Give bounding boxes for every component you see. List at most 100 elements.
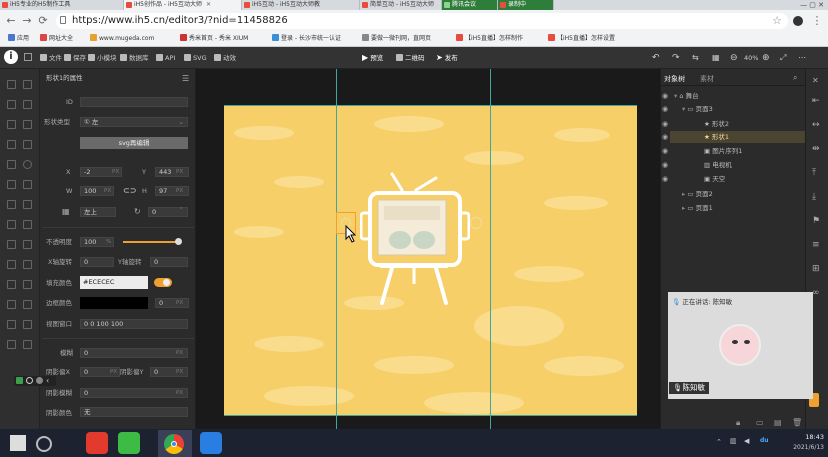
volume-icon[interactable]: ◀︎: [744, 437, 749, 445]
video-tool-icon[interactable]: [7, 120, 16, 129]
tray-up-icon[interactable]: ⌃: [716, 438, 722, 446]
menu-svg[interactable]: SVG: [184, 52, 207, 64]
effect-tool-icon[interactable]: [23, 320, 32, 329]
link-icon[interactable]: ⊂⊃: [123, 186, 136, 195]
border-width-field[interactable]: 0: [155, 298, 189, 308]
distribute-icon[interactable]: ⇹: [812, 144, 820, 154]
star-tool-icon[interactable]: [23, 180, 32, 189]
shadow-blur-field[interactable]: 0: [80, 388, 188, 398]
network-icon[interactable]: ▥: [730, 437, 737, 445]
clock-date[interactable]: 2021/6/13: [780, 443, 824, 453]
visibility-eye-icon[interactable]: ◉: [662, 159, 668, 171]
border-color-swatch[interactable]: [80, 297, 148, 309]
link-tool-icon[interactable]: [23, 140, 32, 149]
line-tool-icon[interactable]: [7, 240, 16, 249]
group-icon[interactable]: ⊞: [812, 264, 820, 274]
plugin-tool-icon[interactable]: [7, 320, 16, 329]
bookmark-item[interactable]: 要做一微刊网，直网页: [362, 34, 431, 44]
visibility-eye-icon[interactable]: ◉: [662, 145, 668, 157]
zoom-in-icon[interactable]: ⊕: [762, 52, 770, 64]
align-icon[interactable]: ⇆: [692, 52, 699, 64]
zoom-out-icon[interactable]: ⊖: [730, 52, 738, 64]
shape-arrow-right-icon[interactable]: [470, 217, 482, 229]
start-icon[interactable]: [10, 435, 26, 451]
menu-icon[interactable]: ⋮: [810, 13, 824, 29]
url-input[interactable]: https://www.ih5.cn/editor3/?nid=11458826: [56, 13, 788, 29]
brush-tool-icon[interactable]: [23, 240, 32, 249]
x-rotation-field[interactable]: 0: [80, 257, 114, 267]
y-rotation-field[interactable]: 0: [150, 257, 188, 267]
mic-icon[interactable]: [26, 377, 33, 384]
polygon-tool-icon[interactable]: [7, 180, 16, 189]
tree-item-tv[interactable]: ▥ 电视机: [704, 159, 732, 171]
tab-object-tree[interactable]: 对象树: [664, 74, 685, 84]
delete-icon[interactable]: 🗑︎: [792, 418, 802, 427]
opacity-slider[interactable]: [123, 241, 179, 243]
align-top-icon[interactable]: ⤒: [812, 168, 816, 178]
container-tool-icon[interactable]: [7, 200, 16, 209]
bookmark-item[interactable]: 登录 - 长沙市统一认证: [272, 34, 341, 44]
h-field[interactable]: 97: [155, 186, 189, 196]
grid-icon[interactable]: ▦: [712, 52, 720, 64]
folder-icon[interactable]: ▤: [774, 418, 782, 427]
viewbox-field[interactable]: 0 0 100 100: [80, 319, 188, 329]
menu-database[interactable]: 数据库: [120, 52, 149, 64]
anchor-field[interactable]: 左上: [80, 207, 116, 217]
bookmark-item[interactable]: 【iH5直播】怎样制作: [456, 34, 523, 44]
menu-api[interactable]: API: [156, 52, 175, 64]
shadow-color-field[interactable]: 无: [80, 407, 188, 417]
lock-icon[interactable]: 🔒︎: [736, 418, 740, 428]
netease-music-icon[interactable]: [86, 432, 108, 454]
svg-edit-button[interactable]: svg再编辑: [80, 137, 188, 149]
search-icon[interactable]: [36, 436, 52, 452]
browser-tab-active[interactable]: iH5创作品 - iH5互动大师 ✕: [124, 0, 242, 10]
visibility-eye-icon[interactable]: ◉: [662, 131, 668, 143]
visibility-eye-icon[interactable]: ◉: [662, 118, 668, 130]
tencent-meeting-icon[interactable]: [200, 432, 222, 454]
qrcode-button[interactable]: 二维码: [396, 52, 425, 64]
panel-menu-icon[interactable]: ☰: [182, 74, 189, 83]
guide-line[interactable]: [224, 105, 637, 106]
counter-tool-icon[interactable]: [23, 260, 32, 269]
ellipse-tool-icon[interactable]: [23, 160, 32, 169]
redo-icon[interactable]: ↷: [672, 52, 680, 64]
pen-tool-icon[interactable]: [7, 80, 16, 89]
tree-item-page3[interactable]: ▾ ▭ 页面3: [682, 103, 713, 115]
back-icon[interactable]: ←: [4, 13, 18, 29]
share-tool-icon[interactable]: [7, 300, 16, 309]
tree-item-page1[interactable]: ▸ ▭ 页面1: [682, 202, 713, 214]
bookmark-item[interactable]: 【iH5直播】怎样设置: [548, 34, 615, 44]
browser-tab[interactable]: 录制中: [498, 0, 554, 10]
menu-module[interactable]: 小模块: [88, 52, 117, 64]
image-tool-icon[interactable]: [23, 80, 32, 89]
baidu-icon[interactable]: du: [760, 437, 769, 444]
undo-icon[interactable]: ↶: [652, 52, 660, 64]
menu-save[interactable]: 保存: [64, 52, 86, 64]
textbox-tool-icon[interactable]: [23, 100, 32, 109]
clock-time[interactable]: 18:43: [780, 432, 824, 442]
text-tool-icon[interactable]: [7, 100, 16, 109]
slider-tool-icon[interactable]: [7, 220, 16, 229]
browser-tab[interactable]: iH5专业的H5制作工具: [0, 0, 124, 10]
tree-item-stage[interactable]: ▾ ⌂ 舞台: [674, 90, 699, 102]
guide-line[interactable]: [490, 69, 491, 429]
link-icon[interactable]: ∞: [812, 288, 820, 298]
tree-item-sky[interactable]: ▣ 天空: [704, 173, 725, 185]
menu-file[interactable]: 文件: [40, 52, 62, 64]
fill-color-swatch[interactable]: #ECECEC: [80, 276, 148, 289]
button-tool-icon[interactable]: [7, 140, 16, 149]
browser-tab[interactable]: 简单互动 - iH5互动大师: [360, 0, 442, 10]
menu-animation[interactable]: 动效: [214, 52, 236, 64]
reload-icon[interactable]: ⟳: [36, 13, 50, 29]
align-left-icon[interactable]: ⇤: [812, 96, 820, 106]
toggle-panel-icon[interactable]: [24, 53, 32, 61]
window-controls[interactable]: — ▢ ✕: [776, 0, 828, 10]
share-indicator-icon[interactable]: [16, 377, 23, 384]
layer-icon[interactable]: ≡: [812, 240, 820, 250]
collapse-icon[interactable]: ‹: [46, 376, 49, 385]
rect-tool-icon[interactable]: [7, 160, 16, 169]
camera-icon[interactable]: [36, 377, 43, 384]
align-center-icon[interactable]: ↔: [812, 120, 820, 130]
ih5-logo-icon[interactable]: i: [4, 50, 18, 64]
chart-tool-icon[interactable]: [23, 340, 32, 349]
